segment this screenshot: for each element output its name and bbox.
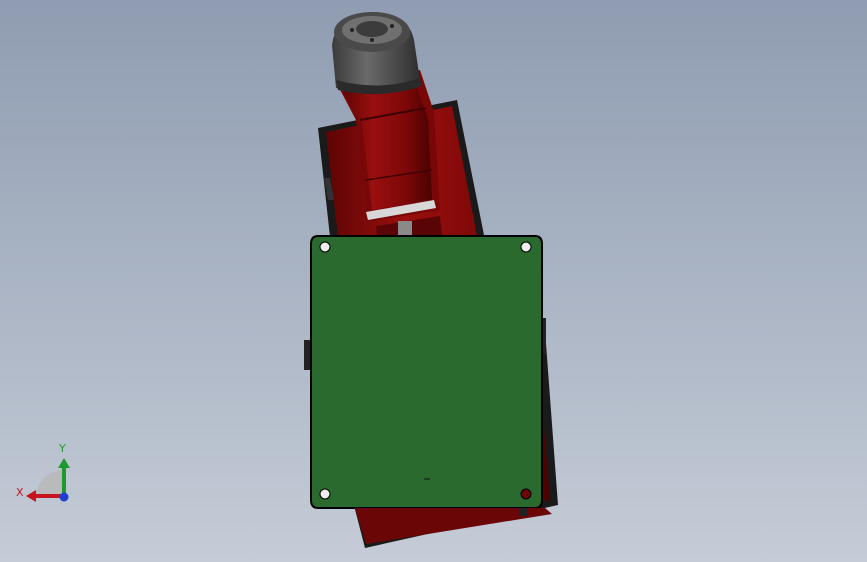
mounting-hole [520,488,532,500]
triad-graphic [26,458,70,502]
mounting-plate[interactable] [310,235,543,509]
mounting-hole [319,241,331,253]
view-orientation-triad[interactable]: X Y [10,440,80,510]
graphics-viewport[interactable]: X Y [0,0,867,562]
mounting-hole [520,241,532,253]
mounting-hole [319,488,331,500]
triad-y-label: Y [59,442,66,455]
model-scene[interactable] [0,0,867,562]
triad-x-label: X [16,486,24,499]
